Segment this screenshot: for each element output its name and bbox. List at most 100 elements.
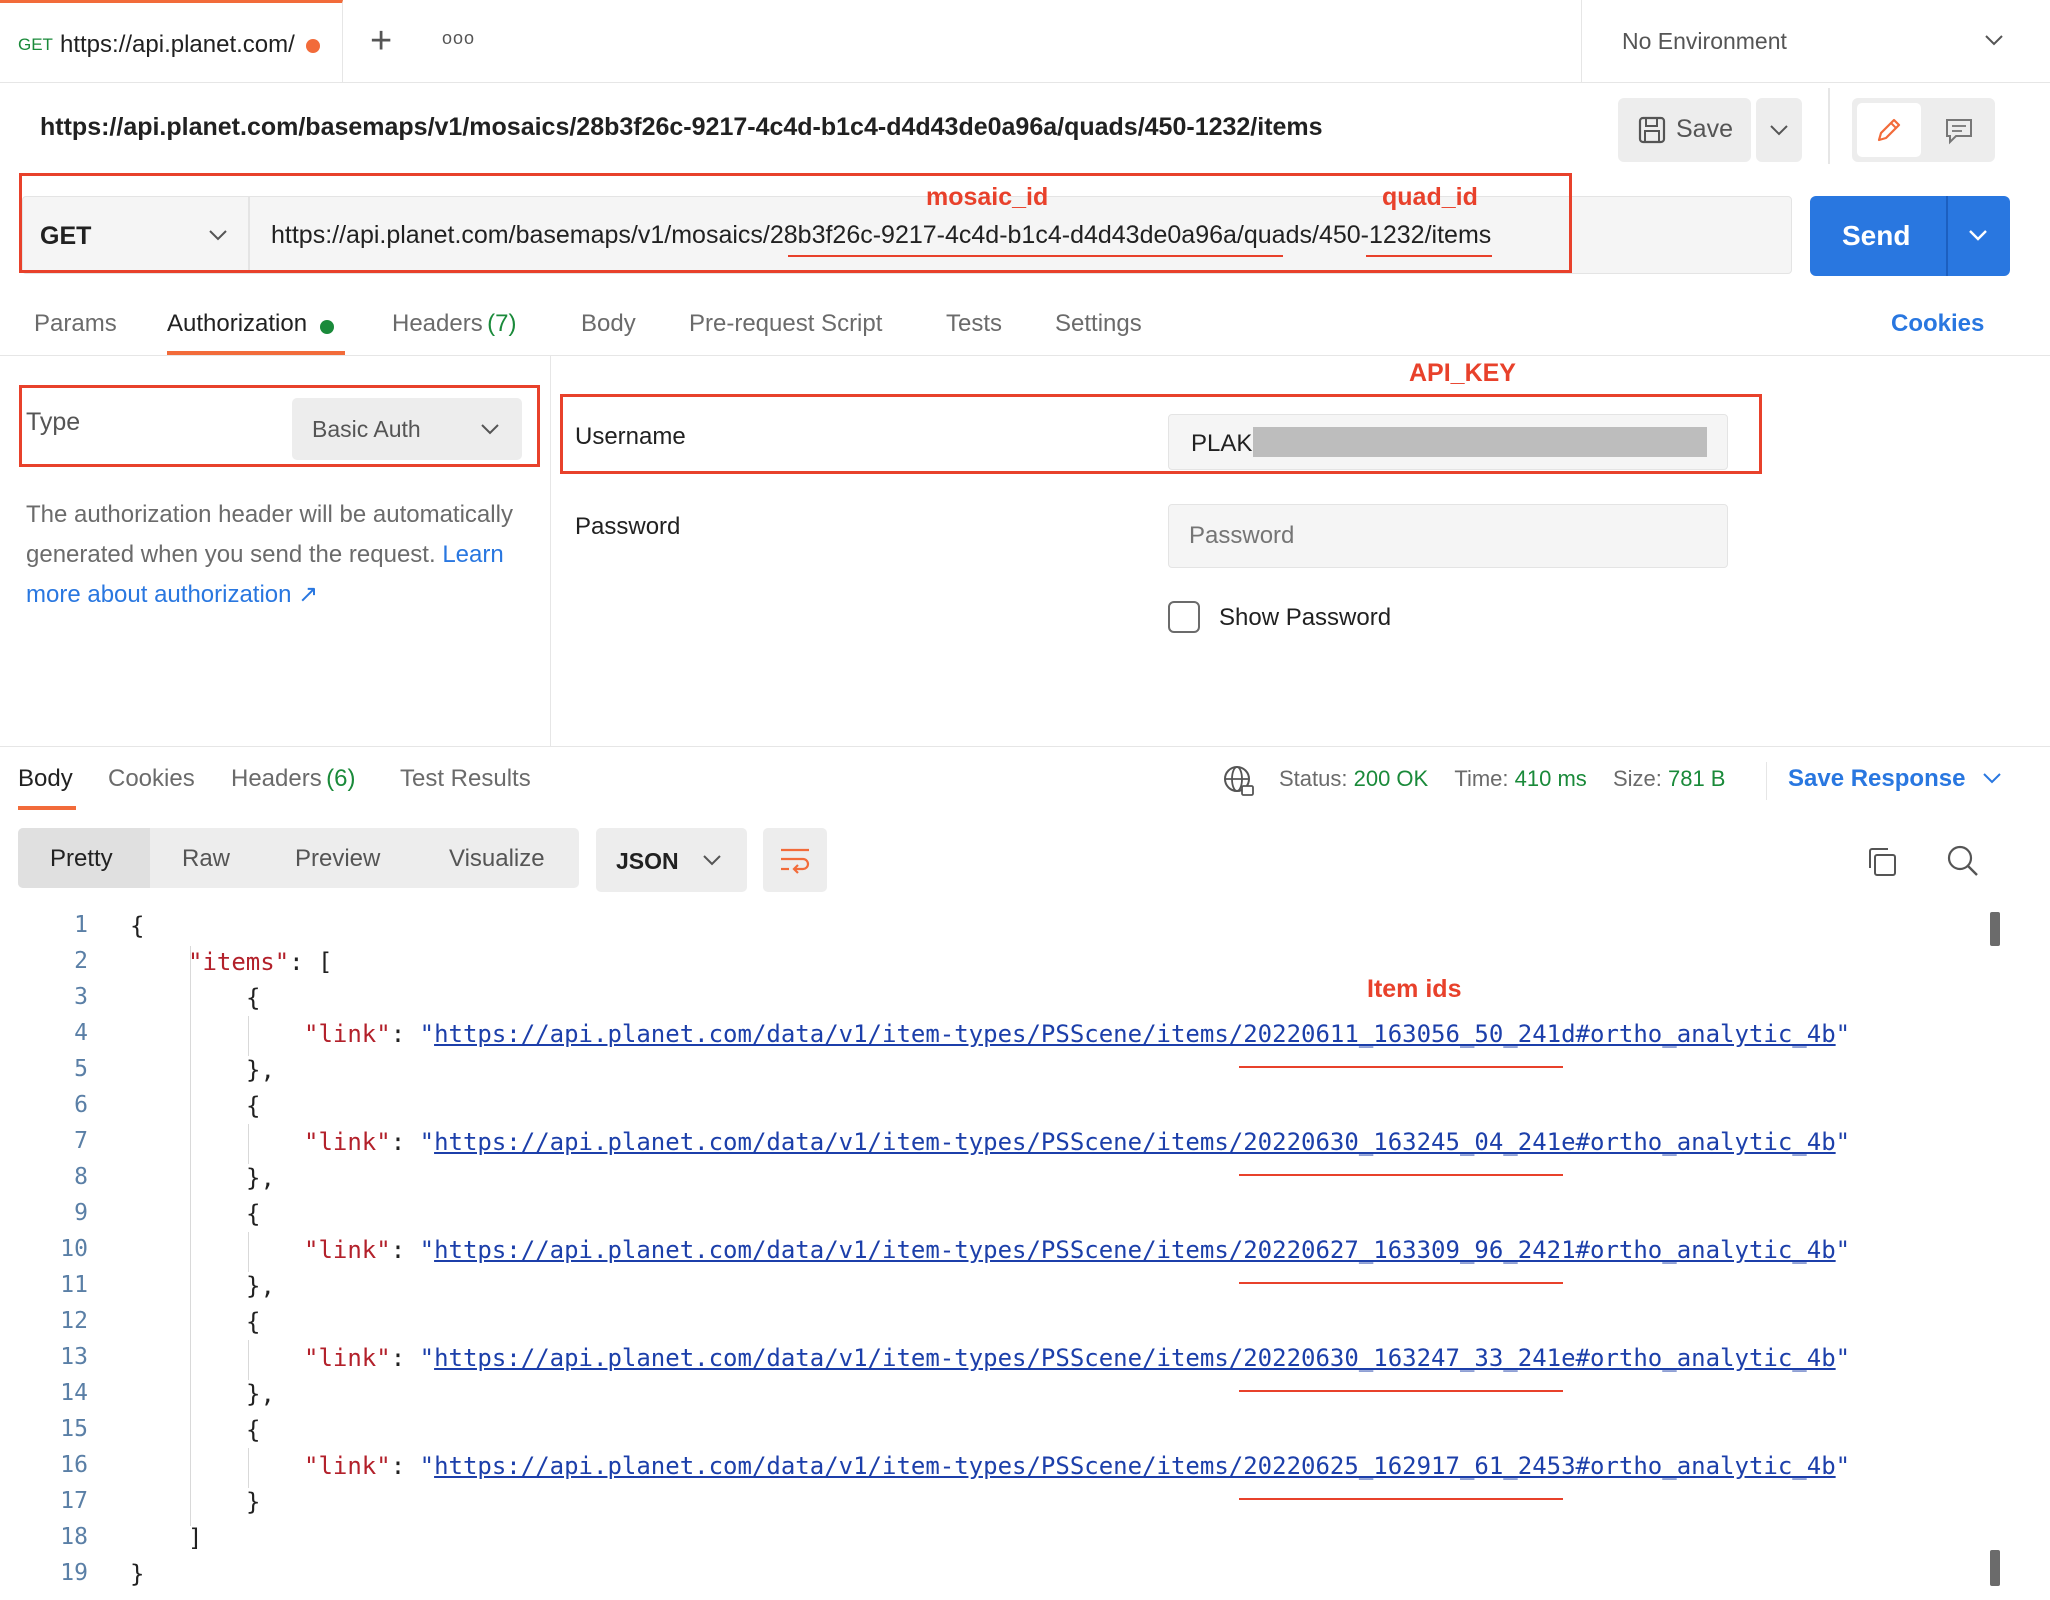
- send-button[interactable]: Send: [1810, 196, 2010, 276]
- quad-id-underline: [1366, 255, 1492, 257]
- json-line: {: [246, 1308, 261, 1336]
- item-id-underline: [1239, 1066, 1563, 1068]
- json-punct: : [: [289, 948, 333, 976]
- json-key: "link": [304, 1344, 391, 1372]
- chevron-down-icon[interactable]: [1968, 229, 1988, 243]
- search-icon[interactable]: [1946, 844, 1980, 878]
- line-number: 3: [74, 984, 88, 1010]
- tab-tests[interactable]: Tests: [946, 310, 1002, 338]
- json-line: },: [246, 1380, 275, 1408]
- json-line: "link": "https://api.planet.com/data/v1/…: [304, 1344, 1850, 1372]
- item-id-underline: [1239, 1498, 1563, 1500]
- json-line: "link": "https://api.planet.com/data/v1/…: [304, 1020, 1850, 1048]
- view-mode-preview[interactable]: Preview: [295, 845, 380, 873]
- json-quote: ": [1835, 1452, 1851, 1480]
- view-mode-raw[interactable]: Raw: [182, 845, 230, 873]
- username-value: PLAK: [1191, 430, 1253, 457]
- copy-icon[interactable]: [1866, 846, 1898, 878]
- auth-description: The authorization header will be automat…: [26, 495, 536, 615]
- show-password-checkbox[interactable]: [1168, 601, 1200, 633]
- tab-count: (7): [487, 310, 517, 337]
- edit-mode-button[interactable]: [1857, 103, 1921, 157]
- json-punct: :: [390, 1344, 420, 1372]
- indent-guide: [248, 1016, 249, 1056]
- format-value: JSON: [616, 848, 679, 874]
- cookies-link[interactable]: Cookies: [1891, 310, 1984, 338]
- line-number: 5: [74, 1056, 88, 1082]
- line-number: 19: [60, 1560, 88, 1586]
- new-tab-plus-icon[interactable]: +: [370, 22, 392, 60]
- view-toggle: [1852, 98, 1995, 162]
- time-label: Time:: [1454, 766, 1509, 791]
- item-link[interactable]: https://api.planet.com/data/v1/item-type…: [434, 1020, 1836, 1048]
- save-response-button[interactable]: Save Response: [1788, 765, 2002, 793]
- wrap-lines-icon: [781, 848, 810, 874]
- chevron-down-icon: [1985, 35, 2003, 46]
- tab-pre-request-script[interactable]: Pre-request Script: [689, 310, 882, 338]
- comment-mode-button[interactable]: [1926, 103, 1990, 157]
- item-link[interactable]: https://api.planet.com/data/v1/item-type…: [434, 1452, 1836, 1480]
- save-button[interactable]: Save: [1618, 98, 1751, 162]
- line-number: 15: [60, 1416, 88, 1442]
- json-quote: ": [419, 1452, 435, 1480]
- line-number: 1: [74, 912, 88, 938]
- line-number: 12: [60, 1308, 88, 1334]
- view-mode-visualize[interactable]: Visualize: [449, 845, 545, 873]
- scrollbar-thumb-bottom[interactable]: [1990, 1550, 2000, 1586]
- item-link[interactable]: https://api.planet.com/data/v1/item-type…: [434, 1236, 1836, 1264]
- redacted-key: [1253, 427, 1707, 457]
- scrollbar-thumb[interactable]: [1990, 912, 2000, 946]
- tab-settings[interactable]: Settings: [1055, 310, 1142, 338]
- status-dot-icon: [319, 319, 334, 334]
- json-punct: :: [390, 1020, 420, 1048]
- line-number: 7: [74, 1128, 88, 1154]
- response-tab-headers[interactable]: Headers (6): [231, 765, 356, 793]
- more-tabs-icon[interactable]: ooo: [442, 28, 475, 49]
- item-link[interactable]: https://api.planet.com/data/v1/item-type…: [434, 1344, 1836, 1372]
- view-mode-group: Pretty Raw Preview Visualize: [18, 828, 579, 888]
- size-label: Size:: [1612, 766, 1662, 791]
- view-mode-label: Pretty: [50, 845, 113, 872]
- tab-params[interactable]: Params: [34, 310, 117, 338]
- active-tab-indicator: [167, 351, 345, 355]
- indent-guide: [190, 946, 191, 1526]
- auth-type-annotation-box: [19, 385, 540, 467]
- format-select[interactable]: JSON: [596, 828, 747, 892]
- json-line: {: [246, 984, 261, 1012]
- line-number: 6: [74, 1092, 88, 1118]
- json-line: },: [246, 1056, 275, 1084]
- request-tab[interactable]: GET https://api.planet.com/: [0, 0, 343, 82]
- divider: [1828, 88, 1830, 164]
- username-input[interactable]: PLAK: [1168, 414, 1728, 470]
- line-number: 13: [60, 1344, 88, 1370]
- tab-headers[interactable]: Headers (7): [392, 310, 517, 338]
- tab-label: Headers: [392, 310, 483, 337]
- tab-authorization[interactable]: Authorization: [167, 310, 334, 338]
- json-punct: :: [390, 1452, 420, 1480]
- json-punct: :: [390, 1236, 420, 1264]
- save-options-button[interactable]: [1756, 98, 1802, 162]
- divider: [0, 746, 2050, 747]
- json-line: {: [246, 1416, 261, 1444]
- wrap-lines-button[interactable]: [763, 828, 827, 892]
- line-number: 9: [74, 1200, 88, 1226]
- environment-selector[interactable]: No Environment: [1581, 0, 2050, 82]
- request-title[interactable]: https://api.planet.com/basemaps/v1/mosai…: [40, 113, 1323, 142]
- json-quote: ": [419, 1128, 435, 1156]
- password-input[interactable]: [1168, 504, 1728, 568]
- json-line: },: [246, 1164, 275, 1192]
- unsaved-dot-icon: [306, 39, 320, 53]
- response-tab-cookies[interactable]: Cookies: [108, 765, 195, 793]
- globe-lock-icon[interactable]: [1222, 764, 1256, 798]
- line-number: 2: [74, 948, 88, 974]
- response-tab-body[interactable]: Body: [18, 765, 73, 793]
- response-tab-test-results[interactable]: Test Results: [400, 765, 531, 793]
- item-link[interactable]: https://api.planet.com/data/v1/item-type…: [434, 1128, 1836, 1156]
- divider: [1766, 762, 1767, 800]
- tab-body[interactable]: Body: [581, 310, 636, 338]
- quad-id-annotation: quad_id: [1382, 183, 1478, 211]
- api-key-annotation: API_KEY: [1409, 359, 1516, 387]
- view-mode-pretty[interactable]: Pretty: [18, 828, 150, 888]
- json-key: "link": [304, 1236, 391, 1264]
- json-quote: ": [419, 1020, 435, 1048]
